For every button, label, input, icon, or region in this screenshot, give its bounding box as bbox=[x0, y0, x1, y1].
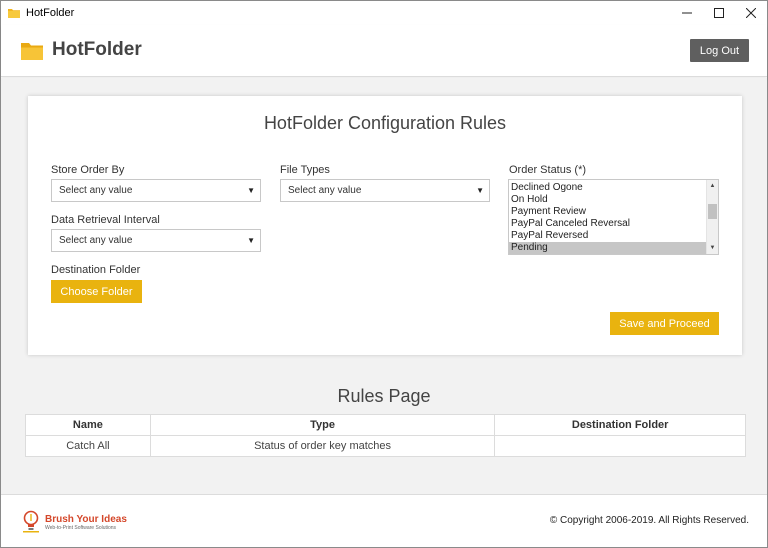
order-status-option[interactable]: On Hold bbox=[509, 194, 706, 206]
footer: Brush Your Ideas Web-to-Print Software S… bbox=[1, 494, 767, 547]
store-order-by-value: Select any value bbox=[59, 185, 133, 196]
rules-title: Rules Page bbox=[337, 386, 431, 406]
data-retrieval-interval-value: Select any value bbox=[59, 235, 133, 246]
column-header-name: Name bbox=[25, 414, 151, 436]
order-status-options: Declined Ogone On Hold Payment Review Pa… bbox=[509, 182, 706, 254]
rule-type-cell: Status of order key matches bbox=[149, 435, 496, 457]
config-card: HotFolder Configuration Rules Store Orde… bbox=[28, 96, 742, 355]
window-controls bbox=[671, 1, 767, 25]
file-types-label: File Types bbox=[280, 164, 330, 176]
order-status-listbox[interactable]: Declined Ogone On Hold Payment Review Pa… bbox=[508, 179, 719, 255]
order-status-option[interactable]: PayPal Canceled Reversal bbox=[509, 218, 706, 230]
close-icon bbox=[746, 8, 756, 18]
config-title: HotFolder Configuration Rules bbox=[263, 113, 507, 133]
order-status-option[interactable]: PayPal Reversed bbox=[509, 230, 706, 242]
data-retrieval-interval-select[interactable]: Select any value ▼ bbox=[51, 229, 261, 252]
logout-button[interactable]: Log Out bbox=[690, 39, 749, 62]
rule-destination-cell bbox=[494, 435, 746, 457]
store-order-by-label: Store Order By bbox=[51, 164, 125, 176]
chevron-down-icon: ▼ bbox=[476, 186, 484, 195]
copyright-text: © Copyright 2006-2019. All Rights Reserv… bbox=[549, 515, 749, 526]
table-header-row: Name Type Destination Folder bbox=[25, 414, 746, 436]
lightbulb-icon bbox=[23, 510, 39, 533]
order-status-option[interactable]: Payment Review bbox=[509, 206, 706, 218]
title-bar: HotFolder bbox=[1, 1, 767, 25]
main-content: HotFolder Configuration Rules Store Orde… bbox=[1, 78, 767, 494]
destination-folder-label: Destination Folder bbox=[51, 264, 141, 276]
choose-folder-button[interactable]: Choose Folder bbox=[51, 280, 142, 303]
window-title: HotFolder bbox=[26, 7, 75, 19]
brand-logo: Brush Your Ideas Web-to-Print Software S… bbox=[21, 509, 127, 535]
folder-icon bbox=[8, 9, 20, 18]
file-types-select[interactable]: Select any value ▼ bbox=[280, 179, 490, 202]
order-status-option[interactable]: Declined Ogone bbox=[509, 182, 706, 194]
scrollbar-thumb[interactable] bbox=[708, 204, 717, 219]
file-types-value: Select any value bbox=[288, 185, 362, 196]
scroll-up-icon[interactable]: ▲ bbox=[707, 180, 718, 192]
table-row[interactable]: Catch All Status of order key matches bbox=[25, 435, 746, 457]
order-status-option-selected[interactable]: Pending bbox=[509, 242, 706, 254]
app-title: HotFolder bbox=[52, 39, 142, 60]
app-header: HotFolder Log Out bbox=[1, 25, 767, 77]
store-order-by-select[interactable]: Select any value ▼ bbox=[51, 179, 261, 202]
rules-table: Name Type Destination Folder Catch All S… bbox=[25, 414, 746, 457]
data-retrieval-interval-label: Data Retrieval Interval bbox=[51, 214, 160, 226]
minimize-button[interactable] bbox=[671, 1, 703, 25]
chevron-down-icon: ▼ bbox=[247, 186, 255, 195]
folder-icon bbox=[21, 43, 43, 60]
maximize-button[interactable] bbox=[703, 1, 735, 25]
maximize-icon bbox=[714, 8, 724, 18]
scroll-down-icon[interactable]: ▼ bbox=[707, 242, 718, 254]
close-button[interactable] bbox=[735, 1, 767, 25]
app-window: HotFolder HotFolder Log Out HotFolder Co… bbox=[0, 0, 768, 548]
chevron-down-icon: ▼ bbox=[247, 236, 255, 245]
column-header-type: Type bbox=[149, 414, 496, 436]
minimize-icon bbox=[682, 12, 692, 14]
order-status-label: Order Status (*) bbox=[509, 164, 587, 176]
rule-name-cell: Catch All bbox=[25, 435, 151, 457]
brand-name: Brush Your Ideas bbox=[45, 513, 127, 525]
column-header-destination-folder: Destination Folder bbox=[494, 414, 746, 436]
brand-tagline: Web-to-Print Software Solutions bbox=[45, 524, 117, 531]
listbox-scrollbar[interactable]: ▲ ▼ bbox=[706, 180, 718, 254]
save-and-proceed-button[interactable]: Save and Proceed bbox=[610, 312, 719, 335]
